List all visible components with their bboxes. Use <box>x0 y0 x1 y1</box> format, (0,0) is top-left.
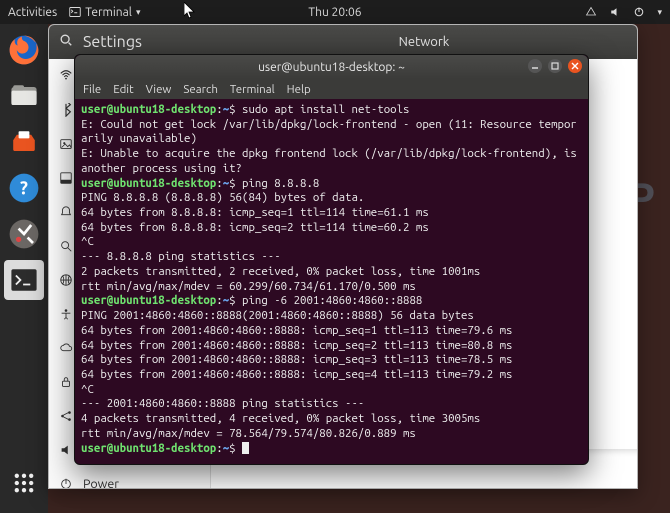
volume-icon[interactable] <box>609 6 621 18</box>
activities-button[interactable]: Activities <box>8 6 57 19</box>
terminal-menu-search[interactable]: Search <box>183 83 218 96</box>
terminal-menubar: File Edit View Search Terminal Help <box>75 79 588 99</box>
close-button[interactable] <box>568 59 582 73</box>
dock-icon <box>59 171 73 185</box>
gnome-topbar: Activities Terminal ▾ Thu 20:06 ▾ <box>0 0 670 24</box>
svg-text:?: ? <box>20 178 28 198</box>
terminal-menu-file[interactable]: File <box>83 83 101 96</box>
desktop: ForoISP Settings Network WBBDNSRUOPSSPow… <box>48 24 670 513</box>
dock-app-settings[interactable] <box>4 214 44 254</box>
sidebar-item-power[interactable]: Power <box>49 467 210 488</box>
terminal-icon <box>69 6 81 18</box>
power-menu-icon[interactable] <box>633 6 645 18</box>
cloud-icon <box>59 341 73 355</box>
terminal-menu-help[interactable]: Help <box>287 83 311 96</box>
dock-app-firefox[interactable] <box>4 30 44 70</box>
sidebar-item-label: Power <box>83 477 119 488</box>
dock-app-files[interactable] <box>4 76 44 116</box>
dock-app-software[interactable] <box>4 122 44 162</box>
background-icon <box>59 137 73 151</box>
settings-panel-title: Network <box>211 35 637 49</box>
wifi-icon <box>59 69 73 83</box>
terminal-menu-terminal[interactable]: Terminal <box>230 83 275 96</box>
search-icon <box>59 239 73 253</box>
dock-app-terminal[interactable] <box>4 260 44 300</box>
terminal-title: user@ubuntu18-desktop: ~ <box>258 61 405 74</box>
settings-sidebar-title: Settings <box>83 33 142 51</box>
dock-show-apps[interactable] <box>4 463 44 503</box>
app-menu-label: Terminal <box>85 6 132 19</box>
search-icon[interactable] <box>59 33 73 51</box>
sound-icon <box>59 443 73 457</box>
share-icon <box>59 409 73 423</box>
maximize-button[interactable] <box>548 59 562 73</box>
chevron-down-icon: ▾ <box>136 7 141 18</box>
terminal-window: user@ubuntu18-desktop: ~ File Edit View Sea… <box>74 54 589 465</box>
power-icon <box>59 477 73 488</box>
dock-app-help[interactable]: ? <box>4 168 44 208</box>
terminal-output[interactable]: user@ubuntu18-desktop:~$ sudo apt instal… <box>75 99 588 464</box>
clock[interactable]: Thu 20:06 <box>308 6 361 19</box>
access-icon <box>59 307 73 321</box>
terminal-titlebar[interactable]: user@ubuntu18-desktop: ~ <box>75 55 588 79</box>
chevron-down-icon: ▾ <box>657 7 662 18</box>
terminal-menu-edit[interactable]: Edit <box>113 83 133 96</box>
network-status-icon[interactable] <box>585 6 597 18</box>
minimize-button[interactable] <box>528 59 542 73</box>
lock-icon <box>59 375 73 389</box>
bluetooth-icon <box>59 103 73 117</box>
bell-icon <box>59 205 73 219</box>
globe-icon <box>59 273 73 287</box>
launcher-dock: ? <box>0 24 48 513</box>
app-menu[interactable]: Terminal ▾ <box>69 6 140 19</box>
terminal-menu-view[interactable]: View <box>146 83 172 96</box>
